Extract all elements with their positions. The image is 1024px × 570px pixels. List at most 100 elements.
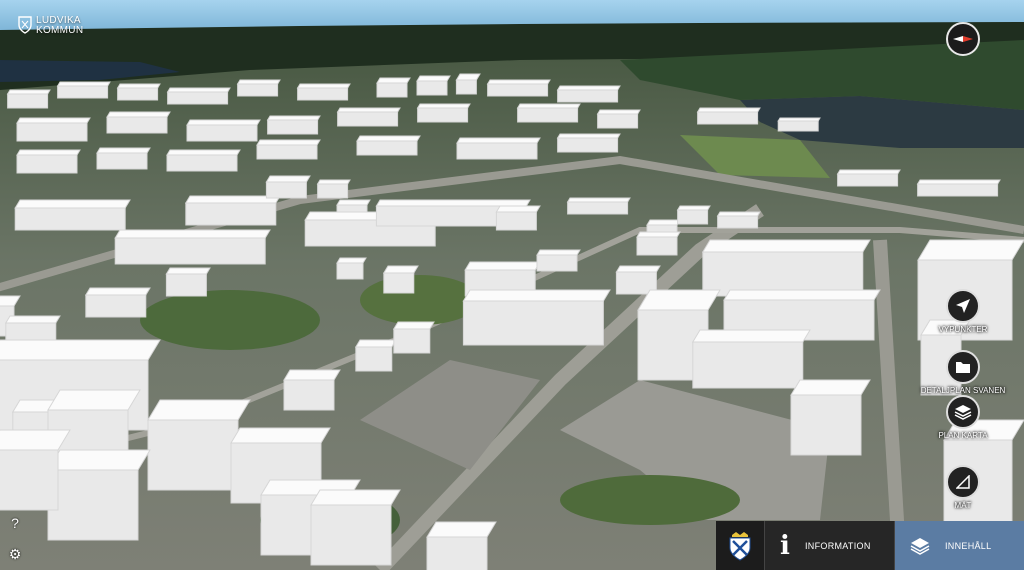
building-roof [636,231,681,238]
building-roof [392,321,435,330]
building-facade [462,300,604,346]
building-roof [426,521,497,538]
building-roof [166,87,231,93]
info-icon: i [780,530,790,561]
building-facade [166,154,238,172]
layers-icon [954,405,972,420]
detaljplan-button[interactable] [946,350,980,384]
building-facade [85,294,147,318]
building-roof [336,199,371,206]
coat-of-arms-icon [18,16,32,34]
building-facade [416,80,448,96]
building-facade [16,122,88,142]
mat-label: MÄT [954,501,972,510]
building-roof [716,211,761,217]
detaljplan-label: DETALJPLAN SVANEN [920,386,1006,395]
building-facade [383,272,415,294]
building-roof [56,81,111,87]
building-roof [96,147,151,154]
ludvika-kommun-logo: LUDVIKA KOMMUN [18,16,83,36]
building-roof [16,117,91,124]
building-roof [283,369,341,381]
building-roof [356,135,421,142]
building-facade [47,469,139,541]
building-facade [517,107,579,123]
building-roof [4,315,61,324]
building-roof [456,137,541,144]
building-roof [316,179,351,185]
compass-button[interactable] [946,22,980,56]
building-facade [426,536,488,570]
building-facade [677,209,709,225]
municipality-crest [716,521,765,570]
building-facade [536,254,578,272]
building-roof [464,261,541,271]
building-roof [615,265,661,273]
city-3d-map[interactable] [0,0,1024,570]
building-facade [356,140,418,156]
building-facade [16,154,78,174]
building-facade [717,215,759,229]
building-facade [317,183,349,199]
tool-vypunkter[interactable]: VYPUNKTER [918,289,1008,334]
building-roof [637,289,721,311]
building-roof [106,111,171,118]
innehall-button[interactable]: INNEHÅLL [895,521,1024,570]
building-facade [57,85,109,99]
building-roof [790,379,871,396]
building-facade [167,91,229,105]
vypunkter-button[interactable] [946,289,980,323]
building-facade [777,120,819,132]
building-roof [462,289,611,302]
building-facade [336,262,364,280]
tool-plankarta[interactable]: PLAN KARTA [918,395,1008,440]
building-facade [597,113,639,129]
building-roof [495,205,541,213]
building-roof [696,107,761,113]
building-facade [96,152,148,170]
plankarta-button[interactable] [946,395,980,429]
navigation-arrow-icon [956,299,970,313]
building-roof [165,267,211,275]
building-roof [84,287,151,296]
building-facade [14,207,126,231]
innehall-label: INNEHÅLL [945,540,992,551]
building-roof [354,339,397,348]
building-roof [596,109,641,115]
tool-detaljplan[interactable]: DETALJPLAN SVANEN [918,350,1008,395]
building-facade [7,93,49,109]
vypunkter-label: VYPUNKTER [938,325,988,334]
building-roof [916,179,1001,185]
building-roof [646,219,681,226]
help-icon[interactable]: ? [8,515,22,531]
building-roof [256,139,321,146]
building-roof [691,329,811,343]
building-facade [297,87,349,101]
building-roof [14,199,131,209]
building-facade [237,83,279,97]
building-roof [376,77,411,84]
building-roof [917,239,1024,261]
building-facade [355,346,393,372]
building-roof [16,149,81,156]
crest-icon [729,531,751,561]
building-facade [106,116,168,134]
mat-button[interactable] [946,465,980,499]
building-roof [265,175,311,183]
building-roof [777,117,821,122]
building-facade [283,379,335,411]
building-facade [557,137,619,153]
building-facade [256,144,318,160]
building-roof [266,115,321,121]
building-roof [556,133,621,139]
building-facade [557,89,619,103]
tool-mat[interactable]: MÄT [918,465,1008,510]
building-roof [0,429,71,451]
building-roof [47,389,141,411]
information-button[interactable]: i INFORMATION [765,521,895,570]
settings-icon[interactable]: ⚙ [8,546,22,562]
information-label: INFORMATION [805,540,871,551]
building-facade [487,83,549,97]
building-facade [697,111,759,125]
building-roof [186,119,261,126]
